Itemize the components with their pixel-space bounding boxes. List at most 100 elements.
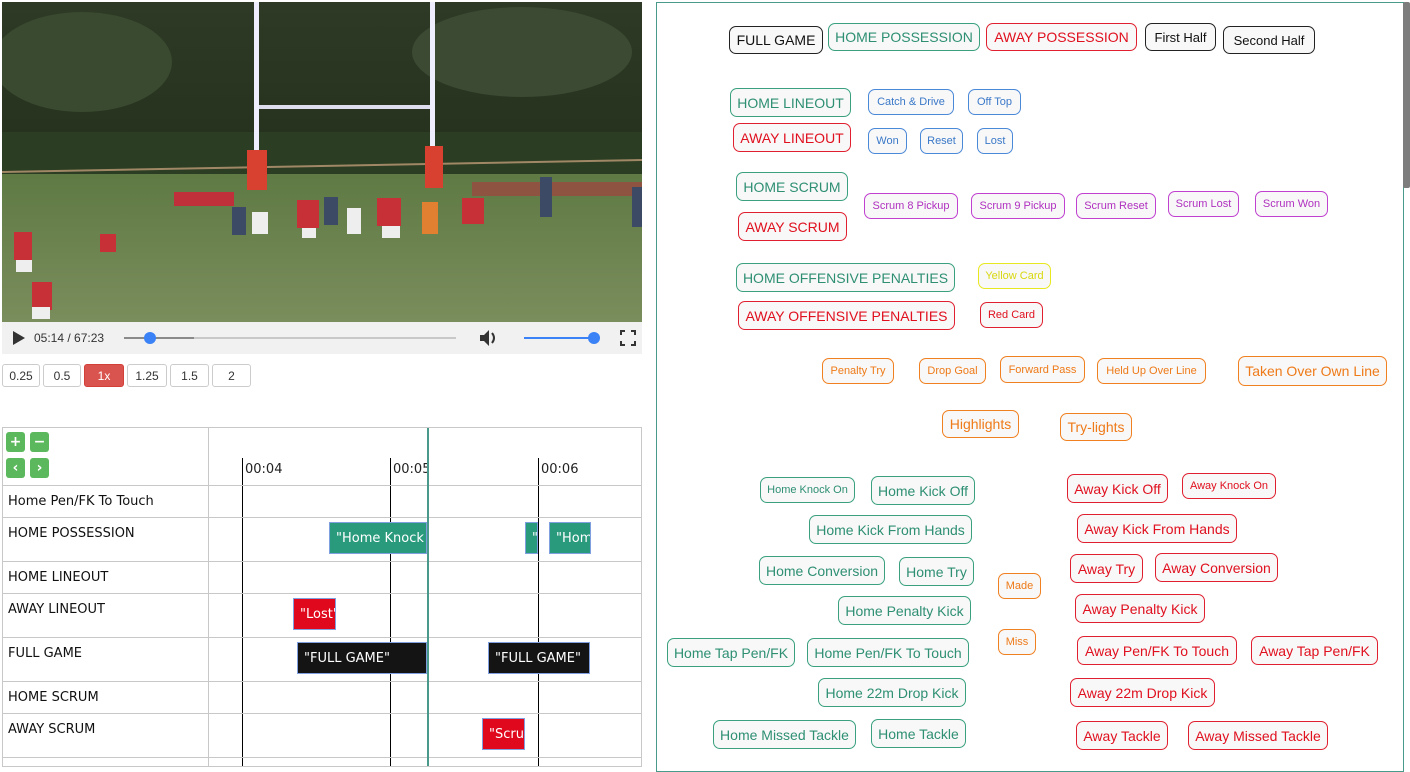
tick-line <box>538 458 539 766</box>
volume-thumb[interactable] <box>588 332 600 344</box>
speed-button-0.5[interactable]: 0.5 <box>43 364 81 387</box>
panel-scrollbar[interactable] <box>1403 2 1410 188</box>
seek-bar[interactable] <box>124 332 456 344</box>
scrum-reset-button[interactable]: Scrum Reset <box>1076 193 1156 219</box>
away-tap-pen-fk-button[interactable]: Away Tap Pen/FK <box>1251 636 1378 665</box>
yellow-card-button[interactable]: Yellow Card <box>978 263 1051 289</box>
timeline-row-label: AWAY SCRUM <box>8 722 96 737</box>
first-half-button[interactable]: First Half <box>1145 23 1216 51</box>
scrum-8-pickup-button[interactable]: Scrum 8 Pickup <box>864 193 958 219</box>
timeline-row-label: HOME SCRUM <box>8 690 99 705</box>
speed-button-1.25[interactable]: 1.25 <box>127 364 167 387</box>
tick-label: 00:06 <box>541 462 579 477</box>
zoom-in-button[interactable]: + <box>6 432 25 452</box>
drop-goal-button[interactable]: Drop Goal <box>919 358 986 384</box>
speed-button-2[interactable]: 2 <box>212 364 251 387</box>
home-penalty-kick-button[interactable]: Home Penalty Kick <box>838 596 971 625</box>
try-lights-button[interactable]: Try-lights <box>1060 413 1132 441</box>
lineout-reset-button[interactable]: Reset <box>920 128 963 154</box>
home-try-button[interactable]: Home Try <box>899 557 974 586</box>
off-top-button[interactable]: Off Top <box>968 89 1021 115</box>
speed-button-0.25[interactable]: 0.25 <box>2 364 40 387</box>
catch-and-drive-button[interactable]: Catch & Drive <box>868 89 954 115</box>
timeline-row-label: AWAY LINEOUT <box>8 602 105 617</box>
highlights-button[interactable]: Highlights <box>942 410 1019 438</box>
full-game-button[interactable]: FULL GAME <box>729 26 823 54</box>
timeline-row-label: HOME LINEOUT <box>8 570 109 585</box>
away-22m-drop-kick-button[interactable]: Away 22m Drop Kick <box>1070 678 1215 707</box>
speed-button-1x[interactable]: 1x <box>84 364 124 387</box>
home-knock-on-button[interactable]: Home Knock On <box>760 477 855 503</box>
playback-speed-group: 0.25 0.5 1x 1.25 1.5 2 <box>2 364 251 387</box>
row-divider <box>3 485 641 486</box>
away-penalty-kick-button[interactable]: Away Penalty Kick <box>1075 594 1205 623</box>
red-card-button[interactable]: Red Card <box>980 302 1043 328</box>
timeline-item[interactable]: "Home Kick Off" <box>525 522 538 554</box>
timeline-cursor[interactable] <box>427 428 429 766</box>
fullscreen-icon[interactable] <box>620 330 636 346</box>
home-scrum-button[interactable]: HOME SCRUM <box>736 172 848 201</box>
timeline[interactable]: + − ‹ › 00:04 00:05 00:06 Home Pen/FK To… <box>2 427 642 767</box>
forward-pass-button[interactable]: Forward Pass <box>1000 356 1085 383</box>
away-tackle-button[interactable]: Away Tackle <box>1076 721 1168 750</box>
tick-line <box>242 458 243 766</box>
tick-label: 00:05 <box>393 462 427 477</box>
home-tackle-button[interactable]: Home Tackle <box>871 719 966 748</box>
away-kick-off-button[interactable]: Away Kick Off <box>1067 474 1168 503</box>
scrum-9-pickup-button[interactable]: Scrum 9 Pickup <box>971 193 1065 219</box>
home-kick-from-hands-button[interactable]: Home Kick From Hands <box>809 515 972 544</box>
row-divider <box>3 593 641 594</box>
timeline-item[interactable]: "FULL GAME" <box>488 642 590 674</box>
scroll-left-button[interactable]: ‹ <box>6 458 25 478</box>
video-frame <box>2 2 642 322</box>
taken-over-own-line-button[interactable]: Taken Over Own Line <box>1238 356 1387 386</box>
away-possession-button[interactable]: AWAY POSSESSION <box>986 23 1137 51</box>
away-offensive-penalties-button[interactable]: AWAY OFFENSIVE PENALTIES <box>738 301 955 330</box>
kick-miss-button[interactable]: Miss <box>998 629 1036 655</box>
timeline-label-column <box>3 428 209 766</box>
row-divider <box>3 713 641 714</box>
timeline-item[interactable]: "Home Kick From Hands" <box>549 522 591 554</box>
play-icon[interactable] <box>13 331 25 345</box>
timeline-item[interactable]: "Lost" <box>293 598 336 630</box>
home-conversion-button[interactable]: Home Conversion <box>759 556 885 585</box>
seek-thumb[interactable] <box>143 332 156 344</box>
home-22m-drop-kick-button[interactable]: Home 22m Drop Kick <box>818 678 966 707</box>
kick-made-button[interactable]: Made <box>998 573 1041 599</box>
time-display: 05:14 / 67:23 <box>34 331 105 345</box>
scrum-lost-button[interactable]: Scrum Lost <box>1168 191 1239 217</box>
held-up-over-line-button[interactable]: Held Up Over Line <box>1097 358 1206 384</box>
row-divider <box>3 681 641 682</box>
zoom-out-button[interactable]: − <box>30 432 49 452</box>
timeline-item[interactable]: "Home Knock On" <box>329 522 427 554</box>
lineout-lost-button[interactable]: Lost <box>977 128 1013 154</box>
volume-slider[interactable] <box>524 332 600 344</box>
speed-button-1.5[interactable]: 1.5 <box>170 364 209 387</box>
home-missed-tackle-button[interactable]: Home Missed Tackle <box>713 720 856 749</box>
away-lineout-button[interactable]: AWAY LINEOUT <box>733 123 851 152</box>
away-conversion-button[interactable]: Away Conversion <box>1155 553 1278 582</box>
away-try-button[interactable]: Away Try <box>1070 554 1143 583</box>
volume-icon[interactable] <box>479 329 499 347</box>
second-half-button[interactable]: Second Half <box>1223 26 1315 54</box>
scrum-won-button[interactable]: Scrum Won <box>1255 191 1328 217</box>
tick-line <box>390 458 391 766</box>
home-kick-off-button[interactable]: Home Kick Off <box>871 476 975 505</box>
scroll-right-button[interactable]: › <box>30 458 49 478</box>
timeline-item[interactable]: "Scrum Reset" <box>482 718 525 750</box>
away-missed-tackle-button[interactable]: Away Missed Tackle <box>1188 721 1328 750</box>
home-possession-button[interactable]: HOME POSSESSION <box>828 23 980 51</box>
home-pen-fk-to-touch-button[interactable]: Home Pen/FK To Touch <box>807 638 969 667</box>
lineout-won-button[interactable]: Won <box>868 128 907 154</box>
home-tap-pen-fk-button[interactable]: Home Tap Pen/FK <box>667 638 795 667</box>
away-knock-on-button[interactable]: Away Knock On <box>1182 473 1276 499</box>
away-scrum-button[interactable]: AWAY SCRUM <box>738 212 847 241</box>
away-kick-from-hands-button[interactable]: Away Kick From Hands <box>1077 514 1237 543</box>
home-offensive-penalties-button[interactable]: HOME OFFENSIVE PENALTIES <box>736 263 955 292</box>
away-pen-fk-to-touch-button[interactable]: Away Pen/FK To Touch <box>1077 636 1237 665</box>
timeline-row-label: Home Pen/FK To Touch <box>8 494 154 509</box>
video-player[interactable] <box>2 2 642 322</box>
penalty-try-button[interactable]: Penalty Try <box>822 358 894 384</box>
home-lineout-button[interactable]: HOME LINEOUT <box>730 88 851 117</box>
timeline-item[interactable]: "FULL GAME" <box>297 642 427 674</box>
